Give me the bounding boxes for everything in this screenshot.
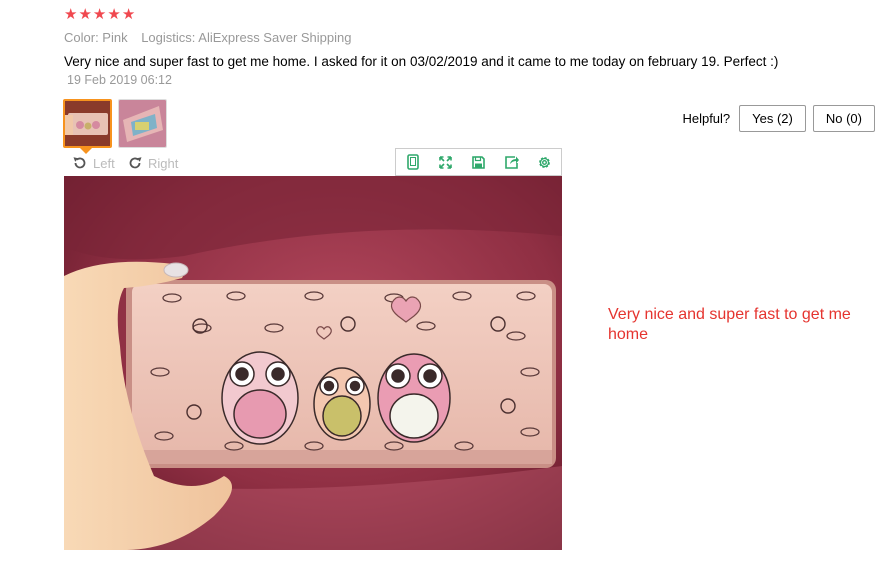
save-icon (472, 155, 485, 169)
photo-caption: Very nice and super fast to get me home (608, 306, 851, 343)
expand-icon (439, 155, 452, 169)
star-icon: ★ (107, 5, 121, 23)
helpful-yes-button[interactable]: Yes (2) (739, 105, 806, 132)
star-icon: ★ (78, 5, 92, 23)
image-viewer-toolbar: Left Right (64, 148, 562, 176)
settings-button[interactable] (528, 149, 561, 175)
review-text: Very nice and super fast to get me home.… (64, 54, 779, 69)
rotate-right-label: Right (148, 155, 179, 171)
save-image-button[interactable] (462, 149, 495, 175)
photo-thumbnail-2[interactable] (118, 99, 167, 148)
rotate-left-button[interactable]: Left (72, 155, 115, 171)
star-icon: ★ (121, 5, 136, 23)
rotate-right-button[interactable]: Right (127, 155, 178, 171)
settings-icon (539, 156, 550, 168)
star-icon: ★ (92, 5, 107, 23)
share-button[interactable] (495, 149, 528, 175)
logistics-info: Logistics: AliExpress Saver Shipping (141, 30, 352, 45)
rotate-left-icon (73, 157, 86, 169)
product-color: Color: Pink (64, 30, 128, 45)
share-icon (504, 155, 519, 169)
viewer-tools (395, 148, 562, 176)
phone-view-button[interactable] (396, 149, 429, 175)
review-photo (64, 176, 562, 550)
rotate-left-label: Left (93, 155, 115, 171)
fullscreen-button[interactable] (429, 149, 462, 175)
review-date: 19 Feb 2019 06:12 (67, 73, 172, 87)
rating-stars: ★ ★ ★ ★ ★ (64, 6, 135, 22)
phone-icon (406, 154, 419, 170)
helpful-no-button[interactable]: No (0) (812, 105, 875, 132)
rotate-right-icon (129, 157, 142, 169)
review-meta: Color: Pink Logistics: AliExpress Saver … (64, 30, 361, 45)
helpful-label: Helpful? (682, 111, 731, 126)
star-icon: ★ (64, 5, 78, 23)
photo-thumbnail-1[interactable] (63, 99, 112, 148)
helpful-votes: Helpful? Yes (2) No (0) (682, 105, 878, 132)
